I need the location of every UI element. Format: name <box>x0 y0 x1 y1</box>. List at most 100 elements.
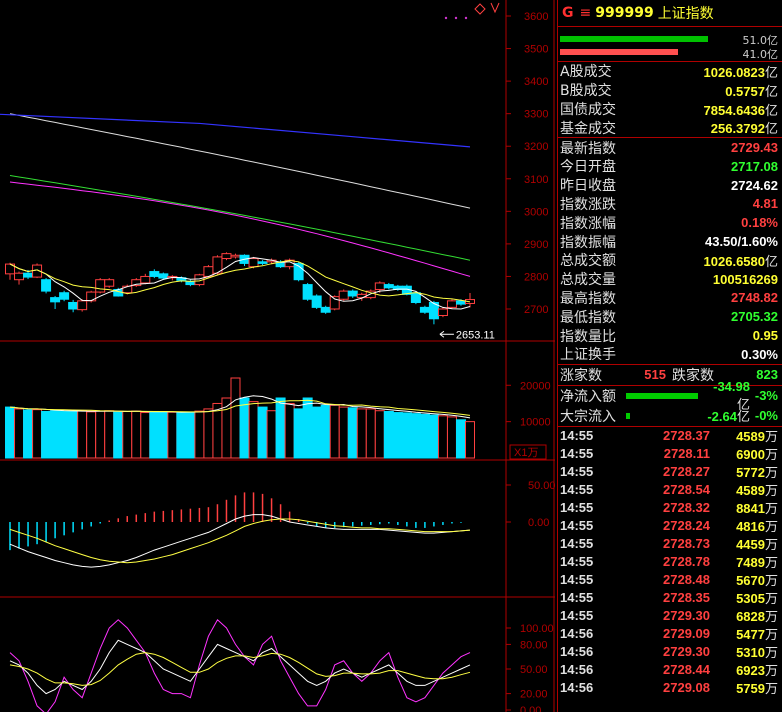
turnover-row: 基金成交 256.3792亿 <box>558 118 782 137</box>
candle-body <box>374 282 385 290</box>
turnover-row: 国债成交 7854.6436亿 <box>558 100 782 119</box>
volume-bar <box>392 412 403 459</box>
tick-volume-number: 5310 <box>736 645 765 661</box>
candle-body <box>68 301 79 310</box>
tick-volume-number: 4589 <box>736 429 765 445</box>
volume-bar <box>428 414 439 459</box>
flows-section: 净流入额 -34.98 亿 -3% 大宗流入 -2.64亿 -0% <box>558 379 782 427</box>
candle-body <box>221 253 232 260</box>
tick-row[interactable]: 14:55 2728.35 5305万 <box>558 589 782 607</box>
turnover-number: 7854.6436 <box>703 102 765 118</box>
quote-header: G ≡ 999999 上证指数 <box>558 0 782 27</box>
stat-value: 0.95 <box>753 328 778 343</box>
volume-bar <box>419 413 430 459</box>
down-arrow-icon <box>490 2 500 14</box>
price-tick-label: 3500 <box>524 44 548 56</box>
stat-number: 43.50/1.60% <box>704 234 778 250</box>
macd-tick-label: 0.00 <box>528 517 549 529</box>
menu-icon[interactable]: ≡ <box>580 5 592 21</box>
tick-row[interactable]: 14:55 2728.27 5772万 <box>558 463 782 481</box>
volume-bar <box>365 408 376 459</box>
stat-value: 2705.32 <box>731 309 778 324</box>
stat-value: 0.18% <box>741 215 778 230</box>
stat-number: 2724.62 <box>731 177 778 193</box>
ma120-line <box>0 113 471 148</box>
turnover-value: 7854.6436亿 <box>704 100 778 119</box>
tick-time: 14:55 <box>560 590 594 606</box>
tick-row[interactable]: 14:55 2728.32 8841万 <box>558 499 782 517</box>
turnover-unit: 亿 <box>764 121 778 137</box>
tick-list[interactable]: 14:55 2728.37 4589万 14:55 2728.11 6900万 14:55 2… <box>558 427 782 697</box>
volume-bar <box>41 410 52 459</box>
volume-bar <box>104 410 115 459</box>
tick-time: 14:55 <box>560 446 594 462</box>
tick-row[interactable]: 14:56 2729.30 5310万 <box>558 643 782 661</box>
tick-price: 2728.54 <box>663 482 710 498</box>
diamond-icon <box>474 3 486 15</box>
tick-row[interactable]: 14:55 2728.24 4816万 <box>558 517 782 535</box>
macd-dea-line <box>9 518 471 564</box>
turnover-number: 256.3792 <box>710 121 765 137</box>
tick-volume: 4589万 <box>710 480 782 499</box>
tick-volume: 6923万 <box>710 660 782 679</box>
stat-row: 指数涨跌 4.81 <box>558 195 782 214</box>
tick-row[interactable]: 14:55 2728.37 4589万 <box>558 427 782 445</box>
tick-time: 14:55 <box>560 554 594 570</box>
tick-volume-number: 6923 <box>736 663 765 679</box>
stat-label: 总成交量 <box>560 272 616 289</box>
chart-area[interactable]: 3600 3500 3400 3300 3200 3100 3000 2900 2800 2700… <box>0 0 555 712</box>
volume-bar <box>149 410 160 459</box>
flow-value: -2.64亿 <box>634 406 750 425</box>
stat-number: 0.30% <box>741 346 778 362</box>
tick-row[interactable]: 14:55 2728.54 4589万 <box>558 481 782 499</box>
tick-price: 2729.30 <box>663 608 710 624</box>
tick-row[interactable]: 14:56 2729.08 5759万 <box>558 679 782 697</box>
volume-unit-label: X1万 <box>514 447 538 459</box>
turnover-label: 基金成交 <box>560 120 616 137</box>
tick-row[interactable]: 14:55 2729.30 6828万 <box>558 607 782 625</box>
tick-row[interactable]: 14:55 2728.73 4459万 <box>558 535 782 553</box>
low-annotation: 2653.11 <box>456 329 495 341</box>
stat-label: 总成交额 <box>560 253 616 270</box>
volume-bar <box>374 410 385 459</box>
price-tick-label: 3100 <box>524 174 548 186</box>
candle-body <box>437 308 448 317</box>
tick-row[interactable]: 14:56 2728.44 6923万 <box>558 661 782 679</box>
turnover-section: A股成交 1026.0823亿 B股成交 0.5757亿 国债成交 7854.6436亿基… <box>558 62 782 139</box>
price-tick-label: 2800 <box>524 271 548 283</box>
candle-body <box>302 284 313 300</box>
candle-body <box>320 306 331 313</box>
flag-icon[interactable]: G <box>562 5 574 21</box>
volume-bar <box>95 410 106 459</box>
tick-price: 2728.48 <box>663 572 710 588</box>
tick-row[interactable]: 14:55 2728.11 6900万 <box>558 445 782 463</box>
candle-body <box>410 292 421 303</box>
kline-chart[interactable]: 3600 3500 3400 3300 3200 3100 3000 2900 2800 2700… <box>0 0 555 712</box>
candle-body <box>311 295 322 308</box>
stat-row: 今日开盘 2717.08 <box>558 157 782 176</box>
tick-volume: 8841万 <box>710 498 782 517</box>
volume-bar <box>347 407 358 459</box>
kdj-tick-label: 20.00 <box>520 689 548 701</box>
flow-row: 净流入额 -34.98亿 -3% <box>558 379 782 412</box>
tick-volume-unit: 万 <box>764 555 778 571</box>
tick-time: 14:55 <box>560 464 594 480</box>
tick-time: 14:56 <box>560 680 594 696</box>
tick-time: 14:55 <box>560 428 594 444</box>
kdj-tick-label: 50.00 <box>520 664 548 676</box>
down-count: 823 <box>756 367 778 383</box>
volume-bar <box>5 406 15 459</box>
tick-volume: 5477万 <box>710 624 782 643</box>
volume-bar <box>14 408 25 459</box>
volume-bar <box>212 402 223 459</box>
stat-row: 总成交额 1026.6580亿 <box>558 251 782 270</box>
tick-volume-number: 6828 <box>736 609 765 625</box>
tick-row[interactable]: 14:55 2728.48 5670万 <box>558 571 782 589</box>
stat-label: 指数量比 <box>560 328 616 345</box>
candle-body <box>338 290 349 300</box>
tick-volume-number: 4589 <box>736 483 765 499</box>
candle-body <box>41 279 52 292</box>
tick-row[interactable]: 14:56 2729.09 5477万 <box>558 625 782 643</box>
stat-row: 指数量比 0.95 <box>558 326 782 345</box>
tick-row[interactable]: 14:55 2728.78 7489万 <box>558 553 782 571</box>
